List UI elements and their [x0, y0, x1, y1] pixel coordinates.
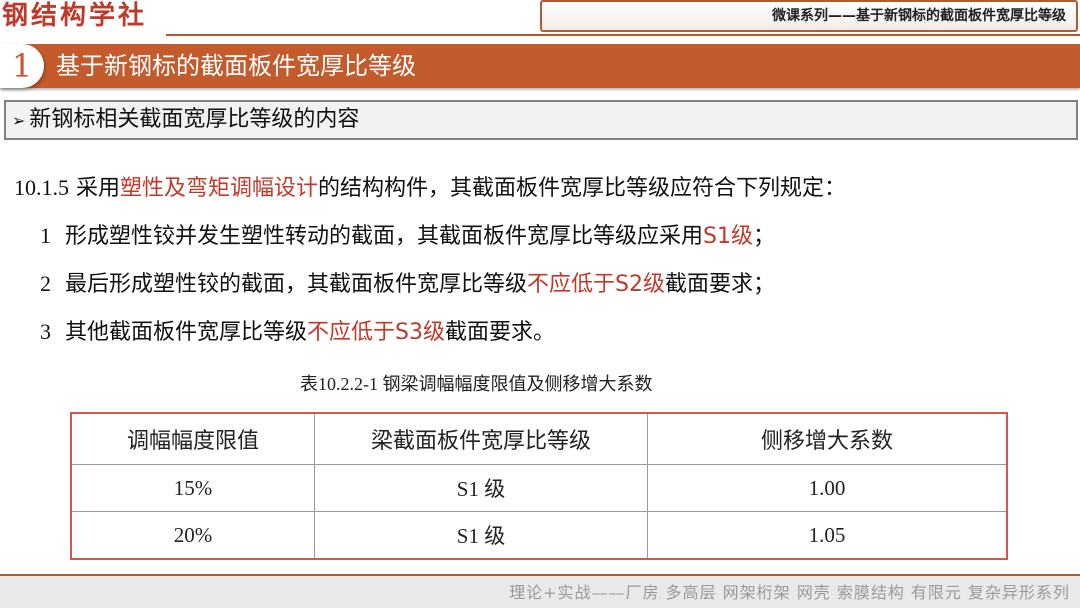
item-number: 3: [40, 319, 51, 344]
clause-text: 采用: [76, 176, 121, 201]
clause-item-3: 3 其他截面板件宽厚比等级不应低于S3级截面要求。: [40, 314, 555, 346]
clause-item-1: 1 形成塑性铰并发生塑性转动的截面，其截面板件宽厚比等级应采用S1级；: [40, 218, 775, 250]
item-text: 其他截面板件宽厚比等级: [65, 320, 308, 345]
item-highlight: 不应低于S3级: [307, 320, 445, 345]
item-text: 截面要求；: [664, 272, 775, 297]
item-text: 截面要求。: [444, 320, 555, 345]
clause-item-2: 2 最后形成塑性铰的截面，其截面板件宽厚比等级不应低于S2级截面要求；: [40, 266, 775, 298]
item-number: 1: [40, 223, 51, 248]
item-highlight: S1级: [703, 224, 753, 249]
header-title: 微课系列——基于新钢标的截面板件宽厚比等级: [540, 0, 1078, 32]
table-cell: 15%: [70, 464, 315, 512]
item-text: 最后形成塑性铰的截面，其截面板件宽厚比等级: [65, 272, 528, 297]
table-row: 20% S1 级 1.05: [70, 511, 1008, 560]
clause-text: 的结构构件，其截面板件宽厚比等级应符合下列规定：: [318, 176, 847, 201]
item-text: 形成塑性铰并发生塑性转动的截面，其截面板件宽厚比等级应采用: [65, 224, 704, 249]
table-cell: S1 级: [314, 464, 648, 512]
section-number: 1: [0, 44, 44, 88]
item-number: 2: [40, 271, 51, 296]
table-row: 15% S1 级 1.00: [70, 464, 1008, 512]
table-header-cell: 侧移增大系数: [647, 412, 1008, 465]
subheading-bar: ➢ 新钢标相关截面宽厚比等级的内容: [4, 100, 1078, 140]
table-cell: 1.00: [647, 464, 1008, 512]
logo: 钢结构学社: [2, 1, 148, 31]
table-header-row: 调幅幅度限值 梁截面板件宽厚比等级 侧移增大系数: [70, 412, 1008, 465]
table-header-cell: 梁截面板件宽厚比等级: [314, 412, 648, 465]
arrow-bullet-icon: ➢: [12, 111, 26, 130]
item-highlight: 不应低于S2级: [527, 272, 665, 297]
table-cell: 1.05: [647, 511, 1008, 560]
subheading-text: 新钢标相关截面宽厚比等级的内容: [29, 107, 360, 132]
section-title: 基于新钢标的截面板件宽厚比等级: [56, 52, 416, 80]
clause-number: 10.1.5: [14, 175, 69, 200]
table-cell: 20%: [70, 511, 315, 560]
clause-highlight: 塑性及弯矩调幅设计: [120, 176, 319, 201]
table-cell: S1 级: [314, 511, 648, 560]
table-header-cell: 调幅幅度限值: [70, 412, 315, 465]
table-caption: 表10.2.2-1 钢梁调幅幅度限值及侧移增大系数: [300, 374, 653, 394]
footer-banner: 理论+实战——厂房 多高层 网架桁架 网壳 索膜结构 有限元 复杂异形系列: [0, 574, 1080, 608]
item-text: ；: [752, 224, 775, 249]
header-divider: [166, 34, 1080, 36]
limits-table: 调幅幅度限值 梁截面板件宽厚比等级 侧移增大系数 15% S1 级 1.00 2…: [70, 412, 1008, 560]
clause-10-1-5: 10.1.5 采用塑性及弯矩调幅设计的结构构件，其截面板件宽厚比等级应符合下列规…: [14, 170, 846, 202]
